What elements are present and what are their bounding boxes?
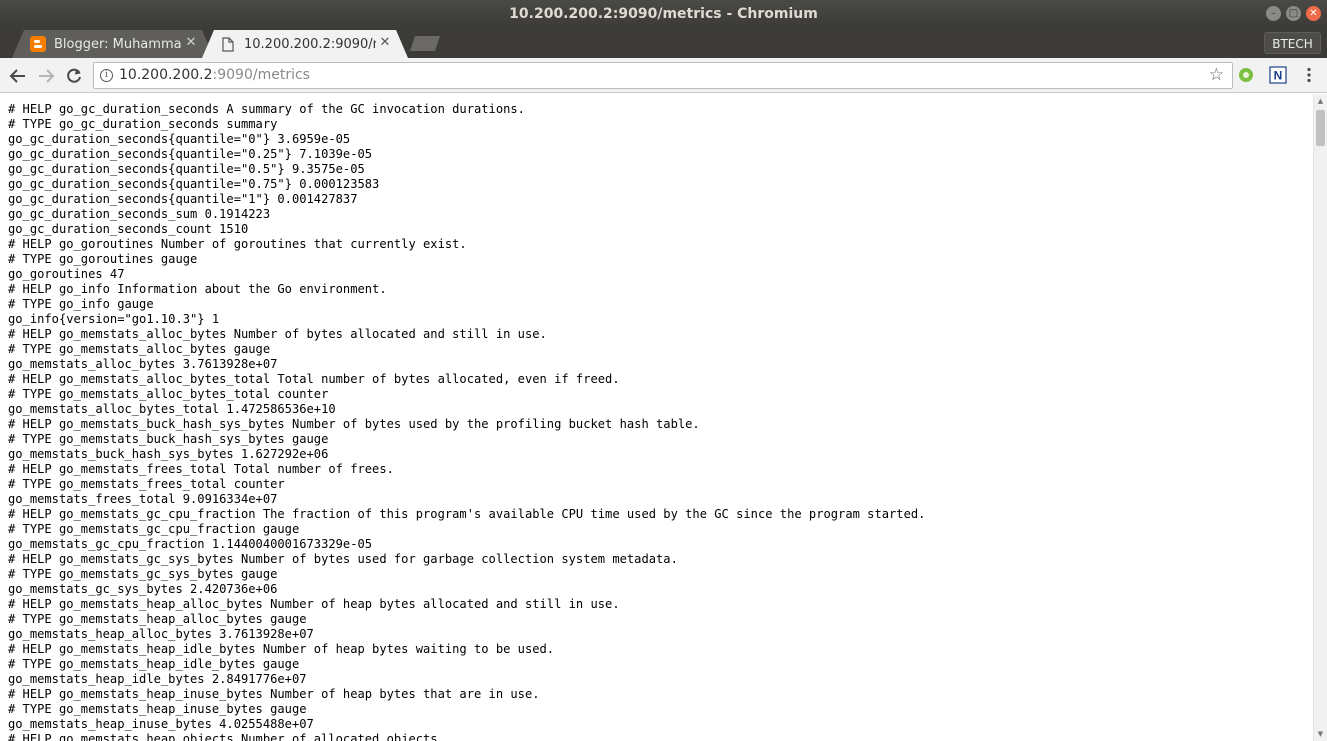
close-tab-icon[interactable]: ✕ bbox=[378, 36, 392, 50]
minimize-window-button[interactable]: – bbox=[1266, 6, 1281, 21]
metrics-text: # HELP go_gc_duration_seconds A summary … bbox=[0, 94, 1313, 741]
forward-button[interactable] bbox=[34, 64, 58, 88]
metrics-line: # TYPE go_goroutines gauge bbox=[8, 252, 198, 266]
address-url[interactable]: 10.200.200.2:9090/metrics bbox=[119, 63, 310, 88]
close-tab-icon[interactable]: ✕ bbox=[184, 36, 198, 50]
metrics-line: # TYPE go_memstats_buck_hash_sys_bytes g… bbox=[8, 432, 329, 446]
metrics-line: go_gc_duration_seconds{quantile="1"} 0.0… bbox=[8, 192, 358, 206]
metrics-line: go_memstats_heap_idle_bytes 2.8491776e+0… bbox=[8, 672, 307, 686]
svg-text:N: N bbox=[1274, 69, 1283, 83]
reload-icon bbox=[67, 68, 81, 83]
tab-blogger[interactable]: Blogger: Muhamma ✕ bbox=[12, 30, 214, 58]
metrics-line: go_memstats_buck_hash_sys_bytes 1.627292… bbox=[8, 447, 329, 461]
maximize-window-button[interactable]: □ bbox=[1286, 6, 1301, 21]
metrics-line: # HELP go_memstats_frees_total Total num… bbox=[8, 462, 394, 476]
metrics-line: go_memstats_gc_cpu_fraction 1.1440040001… bbox=[8, 537, 373, 551]
back-button[interactable] bbox=[6, 64, 30, 88]
metrics-line: # HELP go_memstats_heap_inuse_bytes Numb… bbox=[8, 687, 540, 701]
metrics-line: # TYPE go_memstats_heap_inuse_bytes gaug… bbox=[8, 702, 307, 716]
metrics-line: go_gc_duration_seconds_count 1510 bbox=[8, 222, 249, 236]
metrics-line: # TYPE go_memstats_gc_sys_bytes gauge bbox=[8, 567, 278, 581]
metrics-line: # TYPE go_memstats_alloc_bytes_total cou… bbox=[8, 387, 329, 401]
extension-green-icon[interactable] bbox=[1237, 66, 1255, 84]
metrics-line: # TYPE go_memstats_heap_idle_bytes gauge bbox=[8, 657, 300, 671]
metrics-line: go_memstats_frees_total 9.0916334e+07 bbox=[8, 492, 278, 506]
url-host: 10.200.200.2 bbox=[119, 67, 213, 83]
page-icon bbox=[220, 36, 236, 52]
info-icon[interactable]: i bbox=[100, 69, 113, 82]
close-icon: ✕ bbox=[1309, 8, 1318, 19]
metrics-line: go_memstats_heap_inuse_bytes 4.0255488e+… bbox=[8, 717, 314, 731]
metrics-line: # TYPE go_info gauge bbox=[8, 297, 154, 311]
window-title: 10.200.200.2:9090/metrics - Chromium bbox=[509, 6, 818, 22]
blogger-icon bbox=[30, 36, 46, 52]
metrics-line: go_memstats_gc_sys_bytes 2.420736e+06 bbox=[8, 582, 278, 596]
metrics-line: go_gc_duration_seconds{quantile="0.5"} 9… bbox=[8, 162, 365, 176]
menu-kebab-icon[interactable] bbox=[1300, 66, 1318, 84]
new-tab-button[interactable] bbox=[410, 36, 440, 51]
metrics-line: # HELP go_memstats_heap_idle_bytes Numbe… bbox=[8, 642, 555, 656]
metrics-line: # HELP go_memstats_heap_alloc_bytes Numb… bbox=[8, 597, 620, 611]
metrics-line: go_memstats_alloc_bytes 3.7613928e+07 bbox=[8, 357, 278, 371]
browser-toolbar: i 10.200.200.2:9090/metrics ☆ N bbox=[0, 58, 1327, 93]
scroll-up-icon[interactable]: ▲ bbox=[1314, 94, 1327, 108]
metrics-line: go_memstats_alloc_bytes_total 1.47258653… bbox=[8, 402, 336, 416]
metrics-line: go_info{version="go1.10.3"} 1 bbox=[8, 312, 220, 326]
metrics-line: # TYPE go_memstats_heap_alloc_bytes gaug… bbox=[8, 612, 307, 626]
tab-label: 10.200.200.2:9090/m bbox=[244, 36, 376, 52]
metrics-line: go_gc_duration_seconds{quantile="0"} 3.6… bbox=[8, 132, 351, 146]
address-bar[interactable]: i 10.200.200.2:9090/metrics ☆ bbox=[93, 62, 1233, 89]
bookmark-star-icon[interactable]: ☆ bbox=[1209, 65, 1224, 86]
metrics-line: go_gc_duration_seconds_sum 0.1914223 bbox=[8, 207, 271, 221]
metrics-line: # HELP go_memstats_alloc_bytes Number of… bbox=[8, 327, 547, 341]
metrics-line: # HELP go_memstats_heap_objects Number o… bbox=[8, 732, 445, 741]
extension-n-icon[interactable]: N bbox=[1269, 66, 1287, 84]
maximize-icon: □ bbox=[1288, 8, 1299, 19]
metrics-line: # HELP go_memstats_buck_hash_sys_bytes N… bbox=[8, 417, 700, 431]
close-window-button[interactable]: ✕ bbox=[1306, 6, 1321, 21]
window-titlebar: 10.200.200.2:9090/metrics - Chromium – □… bbox=[0, 0, 1327, 28]
metrics-line: # HELP go_memstats_gc_sys_bytes Number o… bbox=[8, 552, 678, 566]
metrics-line: # TYPE go_memstats_gc_cpu_fraction gauge bbox=[8, 522, 300, 536]
vertical-scrollbar[interactable]: ▲ ▼ bbox=[1313, 94, 1327, 741]
metrics-line: # HELP go_goroutines Number of goroutine… bbox=[8, 237, 467, 251]
url-path: :9090/metrics bbox=[212, 67, 310, 83]
scrollbar-thumb[interactable] bbox=[1316, 110, 1325, 146]
metrics-line: # HELP go_memstats_gc_cpu_fraction The f… bbox=[8, 507, 926, 521]
metrics-line: # HELP go_memstats_alloc_bytes_total Tot… bbox=[8, 372, 620, 386]
arrow-left-icon bbox=[9, 69, 25, 83]
scroll-down-icon[interactable]: ▼ bbox=[1314, 727, 1327, 741]
page-content: # HELP go_gc_duration_seconds A summary … bbox=[0, 94, 1313, 741]
profile-button[interactable]: BTECH bbox=[1264, 32, 1321, 54]
reload-button[interactable] bbox=[62, 64, 86, 88]
metrics-line: # TYPE go_memstats_alloc_bytes gauge bbox=[8, 342, 271, 356]
metrics-line: go_goroutines 47 bbox=[8, 267, 125, 281]
arrow-right-icon bbox=[39, 69, 55, 83]
metrics-line: # HELP go_gc_duration_seconds A summary … bbox=[8, 102, 525, 116]
tab-label: Blogger: Muhamma bbox=[54, 36, 182, 52]
metrics-line: go_gc_duration_seconds{quantile="0.25"} … bbox=[8, 147, 373, 161]
metrics-line: # TYPE go_gc_duration_seconds summary bbox=[8, 117, 278, 131]
tab-metrics[interactable]: 10.200.200.2:9090/m ✕ bbox=[202, 30, 408, 58]
minimize-icon: – bbox=[1271, 8, 1276, 19]
metrics-line: # HELP go_info Information about the Go … bbox=[8, 282, 387, 296]
tab-strip: Blogger: Muhamma ✕ 10.200.200.2:9090/m ✕ bbox=[0, 28, 1327, 58]
metrics-line: # TYPE go_memstats_frees_total counter bbox=[8, 477, 285, 491]
metrics-line: go_gc_duration_seconds{quantile="0.75"} … bbox=[8, 177, 380, 191]
metrics-line: go_memstats_heap_alloc_bytes 3.7613928e+… bbox=[8, 627, 314, 641]
